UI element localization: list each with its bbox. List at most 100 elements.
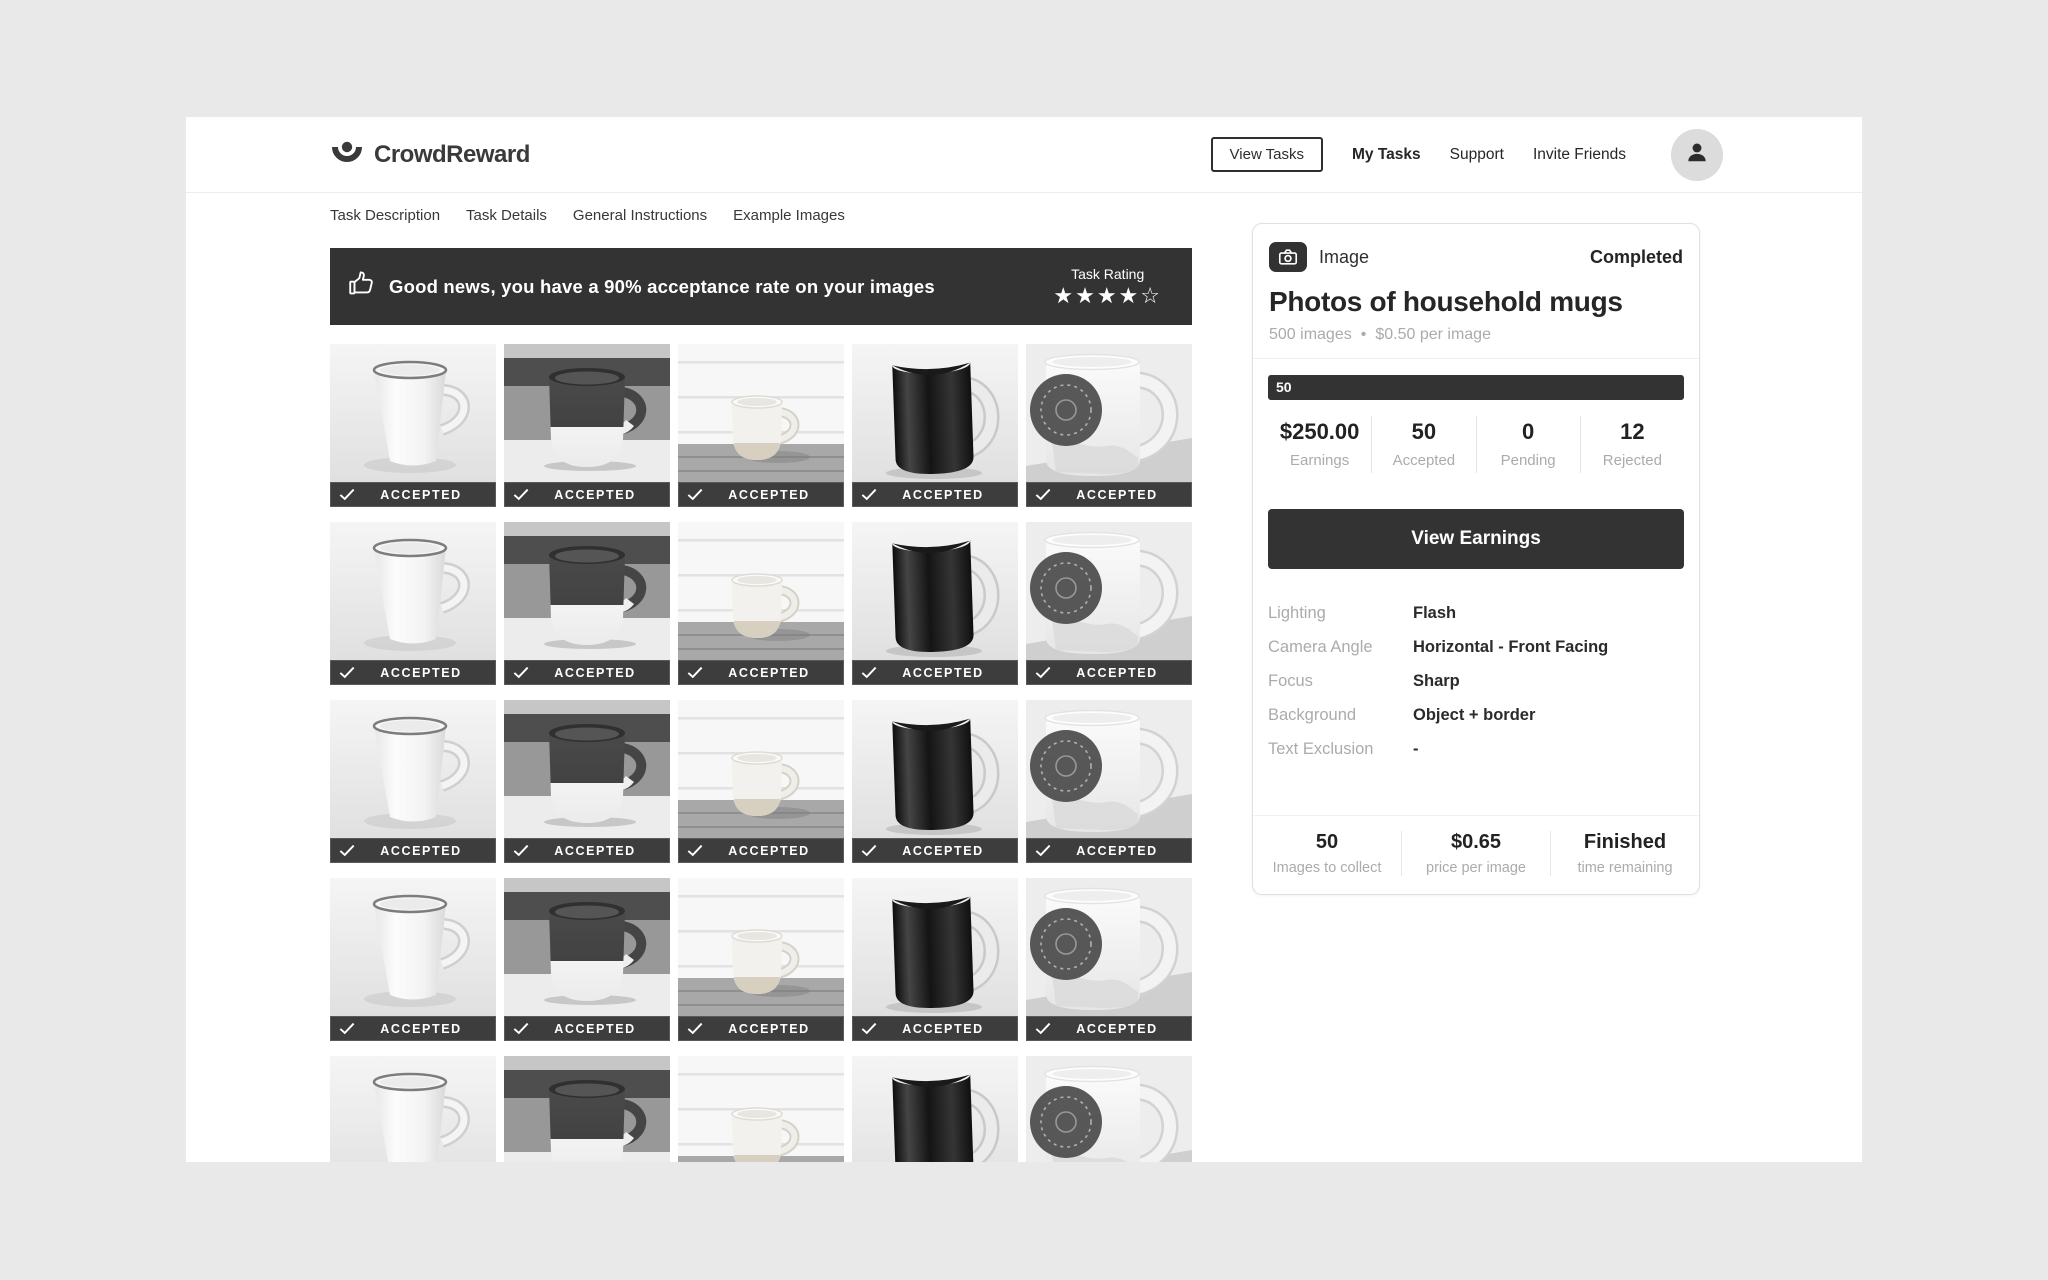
- accepted-badge: ACCEPTED: [504, 660, 670, 685]
- small-mug-on-shelf-photo: [678, 522, 844, 660]
- image-tile[interactable]: ACCEPTED: [1026, 522, 1192, 685]
- logo-mug-photo: [1026, 700, 1192, 838]
- enamel-mug-photo: [330, 522, 496, 660]
- image-tile[interactable]: ACCEPTED: [678, 522, 844, 685]
- task-card-footer: 50 Images to collect $0.65 price per ima…: [1253, 815, 1699, 894]
- accepted-badge: ACCEPTED: [504, 482, 670, 507]
- image-tile[interactable]: ACCEPTED: [504, 344, 670, 507]
- accepted-label: ACCEPTED: [1051, 666, 1183, 680]
- accepted-label: ACCEPTED: [703, 1022, 835, 1036]
- accepted-label: ACCEPTED: [877, 488, 1009, 502]
- pending-value: 0: [1477, 419, 1580, 445]
- top-bar: CrowdReward View Tasks My Tasks Support …: [186, 117, 1862, 193]
- task-details-list: Lighting Flash Camera Angle Horizontal -…: [1268, 603, 1684, 759]
- image-tile[interactable]: ACCEPTED: [330, 1056, 496, 1162]
- accepted-badge: ACCEPTED: [330, 660, 496, 685]
- image-tile[interactable]: ACCEPTED: [852, 878, 1018, 1041]
- image-tile[interactable]: ACCEPTED: [330, 522, 496, 685]
- accepted-label: ACCEPTED: [355, 488, 487, 502]
- accepted-badge: ACCEPTED: [852, 838, 1018, 863]
- check-icon: [1035, 666, 1051, 679]
- image-tile[interactable]: ACCEPTED: [504, 878, 670, 1041]
- accepted-label: ACCEPTED: [355, 844, 487, 858]
- image-tile[interactable]: ACCEPTED: [1026, 700, 1192, 863]
- price-per-image-value: $0.65: [1402, 831, 1550, 854]
- image-tile[interactable]: ACCEPTED: [852, 1056, 1018, 1162]
- accepted-badge: ACCEPTED: [1026, 1016, 1192, 1041]
- accepted-badge: ACCEPTED: [330, 838, 496, 863]
- view-tasks-button[interactable]: View Tasks: [1211, 137, 1323, 172]
- small-mug-on-shelf-photo: [678, 1056, 844, 1162]
- enamel-mug-photo: [330, 344, 496, 482]
- camera-icon: [1269, 242, 1307, 272]
- tab-general-instructions[interactable]: General Instructions: [573, 207, 707, 224]
- accepted-badge: ACCEPTED: [1026, 482, 1192, 507]
- check-icon: [339, 488, 355, 501]
- accepted-label: ACCEPTED: [877, 844, 1009, 858]
- black-glossy-mug-photo: [852, 700, 1018, 838]
- accepted-badge: ACCEPTED: [678, 1016, 844, 1041]
- image-tile[interactable]: ACCEPTED: [678, 700, 844, 863]
- image-tile[interactable]: ACCEPTED: [678, 878, 844, 1041]
- check-icon: [1035, 844, 1051, 857]
- tab-task-details[interactable]: Task Details: [466, 207, 547, 224]
- image-tile[interactable]: ACCEPTED: [1026, 878, 1192, 1041]
- image-tile[interactable]: ACCEPTED: [1026, 1056, 1192, 1162]
- image-tile[interactable]: ACCEPTED: [330, 344, 496, 507]
- nav-item-my-tasks[interactable]: My Tasks: [1352, 146, 1421, 164]
- image-tile[interactable]: ACCEPTED: [1026, 344, 1192, 507]
- accepted-label: ACCEPTED: [1051, 488, 1183, 502]
- accepted-badge: ACCEPTED: [504, 838, 670, 863]
- check-icon: [687, 1022, 703, 1035]
- image-tile[interactable]: ACCEPTED: [852, 344, 1018, 507]
- check-icon: [687, 844, 703, 857]
- small-mug-on-shelf-photo: [678, 344, 844, 482]
- stars-filled: ★★★★: [1053, 283, 1140, 308]
- task-tabs: Task Description Task Details General In…: [330, 207, 845, 224]
- images-to-collect-value: 50: [1253, 831, 1401, 854]
- image-tile[interactable]: ACCEPTED: [678, 1056, 844, 1162]
- images-to-collect-label: Images to collect: [1253, 860, 1401, 876]
- task-rating-label: Task Rating: [1053, 267, 1162, 281]
- footer-price-per-image: $0.65 price per image: [1401, 831, 1550, 876]
- image-tile[interactable]: ACCEPTED: [852, 522, 1018, 685]
- image-tile[interactable]: ACCEPTED: [330, 878, 496, 1041]
- check-icon: [1035, 488, 1051, 501]
- brand-name: CrowdReward: [374, 141, 530, 169]
- tab-example-images[interactable]: Example Images: [733, 207, 845, 224]
- user-avatar[interactable]: [1671, 129, 1723, 181]
- black-glossy-mug-photo: [852, 878, 1018, 1016]
- accepted-badge: ACCEPTED: [330, 1016, 496, 1041]
- accepted-label: ACCEPTED: [529, 1022, 661, 1036]
- image-tile[interactable]: ACCEPTED: [852, 700, 1018, 863]
- logo-mug-photo: [1026, 1056, 1192, 1162]
- star-empty: ☆: [1140, 283, 1162, 308]
- stat-pending: 0 Pending: [1476, 416, 1580, 473]
- check-icon: [861, 488, 877, 501]
- task-card-header: Image Completed Photos of household mugs…: [1253, 224, 1699, 359]
- accepted-badge: ACCEPTED: [504, 1016, 670, 1041]
- tab-task-description[interactable]: Task Description: [330, 207, 440, 224]
- image-tile[interactable]: ACCEPTED: [504, 700, 670, 863]
- banner-message: Good news, you have a 90% acceptance rat…: [389, 276, 935, 298]
- lighting-label: Lighting: [1268, 603, 1413, 623]
- check-icon: [861, 666, 877, 679]
- check-icon: [513, 488, 529, 501]
- view-earnings-button[interactable]: View Earnings: [1268, 509, 1684, 569]
- brand-logo[interactable]: CrowdReward: [330, 136, 530, 173]
- image-tile[interactable]: ACCEPTED: [678, 344, 844, 507]
- task-type-label: Image: [1319, 247, 1369, 268]
- check-icon: [861, 844, 877, 857]
- image-grid: ACCEPTEDACCEPTEDACCEPTEDACCEPTEDACCEPTED…: [330, 344, 1192, 1162]
- logo-mug-photo: [1026, 878, 1192, 1016]
- black-glossy-mug-photo: [852, 344, 1018, 482]
- nav-item-invite-friends[interactable]: Invite Friends: [1533, 146, 1626, 164]
- check-icon: [861, 1022, 877, 1035]
- page: CrowdReward View Tasks My Tasks Support …: [186, 117, 1862, 1162]
- image-tile[interactable]: ACCEPTED: [504, 522, 670, 685]
- pending-label: Pending: [1477, 452, 1580, 469]
- nav-item-support[interactable]: Support: [1450, 146, 1504, 164]
- main-nav: View Tasks My Tasks Support Invite Frien…: [1211, 129, 1723, 181]
- image-tile[interactable]: ACCEPTED: [504, 1056, 670, 1162]
- image-tile[interactable]: ACCEPTED: [330, 700, 496, 863]
